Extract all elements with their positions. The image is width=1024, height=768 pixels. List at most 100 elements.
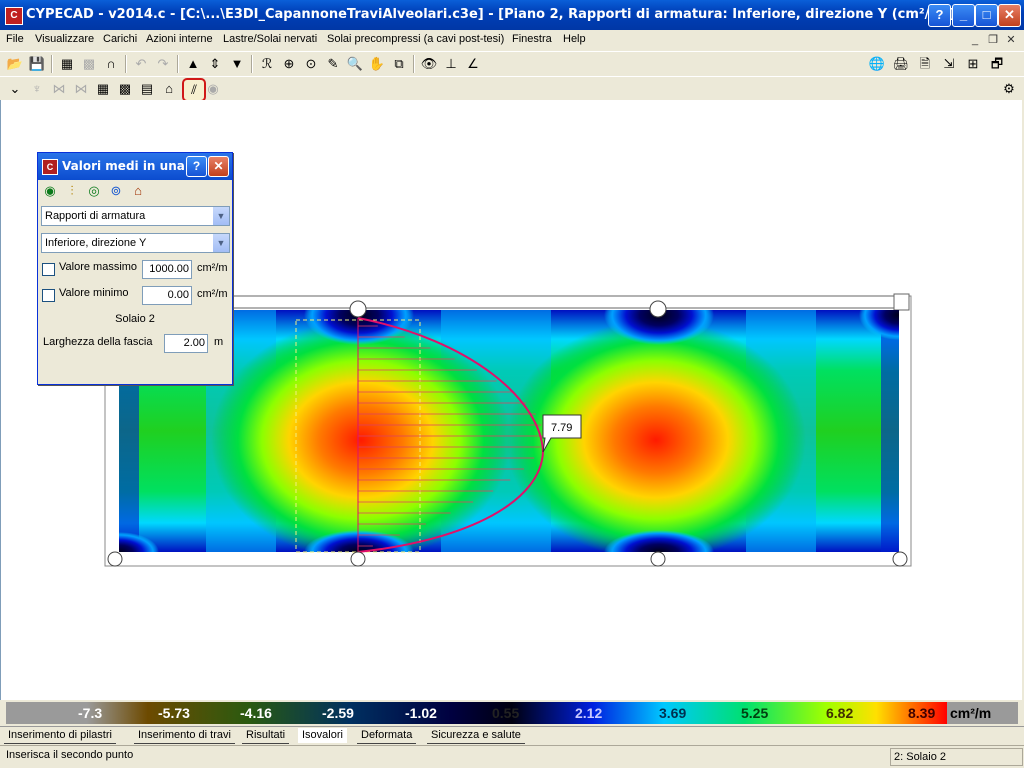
tab-risultati[interactable]: Risultati bbox=[242, 728, 290, 744]
pan-icon[interactable]: ✋ bbox=[368, 55, 386, 73]
min-value-unit: cm²/m bbox=[197, 288, 228, 300]
menu-carichi[interactable]: Carichi bbox=[103, 33, 137, 45]
panel-help-button[interactable]: ? bbox=[186, 156, 207, 177]
import-icon[interactable]: ⇲ bbox=[940, 55, 958, 73]
direction-select[interactable]: Inferiore, direzione Y ▼ bbox=[41, 233, 230, 253]
help-button[interactable]: ? bbox=[928, 4, 951, 27]
menu-finestra[interactable]: Finestra bbox=[512, 33, 552, 45]
strip-width-unit: m bbox=[214, 336, 224, 348]
mean-values-panel[interactable]: C Valori medi in una fascia ? ✕ ◉ ⫶ ◎ ⊚ … bbox=[37, 152, 233, 385]
cype-icon[interactable]: C bbox=[5, 7, 23, 25]
views-icon[interactable]: ⧉ bbox=[390, 55, 408, 73]
report-grid-icon[interactable]: ▩ bbox=[80, 55, 98, 73]
maximize-button[interactable]: □ bbox=[975, 4, 998, 27]
settings-icon[interactable]: ⚙ bbox=[1000, 80, 1018, 98]
slab-label: Solaio 2 bbox=[115, 313, 155, 325]
min-value-field[interactable]: 0.00 bbox=[142, 286, 192, 305]
diagram-icon[interactable]: ⌄ bbox=[6, 80, 24, 98]
zoom-window-icon[interactable]: 🔍 bbox=[346, 55, 364, 73]
building-icon[interactable]: ⌂ bbox=[129, 182, 147, 200]
mesh-icon[interactable]: ▦ bbox=[94, 80, 112, 98]
max-value-field[interactable]: 1000.00 bbox=[142, 260, 192, 279]
magnet-icon[interactable]: ∩ bbox=[102, 55, 120, 73]
close-button[interactable]: ✕ bbox=[998, 4, 1021, 27]
grid-icon[interactable]: ▩ bbox=[116, 80, 134, 98]
down-icon[interactable]: ▼ bbox=[228, 55, 246, 73]
section-icon[interactable]: ⊥ bbox=[442, 55, 460, 73]
zoom-all-icon[interactable]: ⊕ bbox=[280, 55, 298, 73]
menu-bar: File Visualizzare Carichi Azioni interne… bbox=[0, 30, 1024, 50]
legend-label: -2.59 bbox=[322, 705, 354, 721]
strip-icon[interactable]: ⫽ bbox=[182, 78, 206, 102]
chevron-down-icon[interactable]: ▼ bbox=[213, 234, 229, 252]
status-slab: 2: Solaio 2 bbox=[890, 748, 1023, 766]
min-value-label: Valore minimo bbox=[59, 287, 129, 299]
beams-icon[interactable]: ⋈ bbox=[50, 80, 68, 98]
toolbar-separator bbox=[177, 55, 179, 73]
target-icon[interactable]: ◉ bbox=[41, 182, 59, 200]
undo-icon[interactable]: ↶ bbox=[132, 55, 150, 73]
save-icon[interactable]: 💾 bbox=[28, 55, 46, 73]
redraw-icon[interactable]: ℛ bbox=[258, 55, 276, 73]
tab-inserimento-pilastri[interactable]: Inserimento di pilastri bbox=[4, 728, 116, 744]
minimize-button[interactable]: _ bbox=[952, 4, 975, 27]
toolbar-separator bbox=[51, 55, 53, 73]
legend-label: 0.55 bbox=[492, 705, 520, 721]
redo-icon[interactable]: ↷ bbox=[154, 55, 172, 73]
toolbar-separator bbox=[413, 55, 415, 73]
beams2-icon[interactable]: ⋈ bbox=[72, 80, 90, 98]
zoom-icon[interactable]: ⊙ bbox=[302, 55, 320, 73]
min-value-checkbox[interactable] bbox=[42, 289, 55, 302]
tab-deformata[interactable]: Deformata bbox=[357, 728, 417, 744]
mode-tabs: Inserimento di pilastri Inserimento di t… bbox=[0, 726, 1024, 745]
mdi-restore-button[interactable]: ❐ bbox=[986, 33, 1000, 47]
legend-label: -1.02 bbox=[405, 705, 437, 721]
magnify-icon[interactable]: ⊚ bbox=[107, 182, 125, 200]
rings-icon[interactable]: ◎ bbox=[85, 182, 103, 200]
chart-icon[interactable]: ⫶ bbox=[63, 182, 81, 200]
main-toolbar: 📂 💾 ▦ ▩ ∩ ↶ ↷ ▲ ⇕ ▼ ℛ ⊕ ⊙ ✎ 🔍 ✋ ⧉ 👁 ⊥ ∠ 🌐 🖨 🗎 ⇲ ⊞ 🗗 bbox=[0, 51, 1024, 76]
max-value-checkbox[interactable] bbox=[42, 263, 55, 276]
tab-inserimento-travi[interactable]: Inserimento di travi bbox=[134, 728, 235, 744]
support-icon[interactable]: ♆ bbox=[28, 80, 46, 98]
binoculars-icon[interactable]: 👁 bbox=[420, 55, 438, 73]
tab-isovalori[interactable]: Isovalori bbox=[298, 728, 347, 743]
export-icon[interactable]: 🗎 bbox=[916, 55, 934, 73]
up-icon[interactable]: ▲ bbox=[184, 55, 202, 73]
menu-file[interactable]: File bbox=[6, 33, 24, 45]
eye-icon[interactable]: ◉ bbox=[204, 80, 222, 98]
menu-visualizzare[interactable]: Visualizzare bbox=[35, 33, 94, 45]
report-icon[interactable]: ▦ bbox=[58, 55, 76, 73]
globe-icon[interactable]: 🌐 bbox=[868, 55, 886, 73]
tile-icon[interactable]: ⊞ bbox=[964, 55, 982, 73]
legend-label: 6.82 bbox=[826, 705, 854, 721]
panel-title-bar[interactable]: C Valori medi in una fascia ? ✕ bbox=[38, 153, 232, 180]
status-message: Inserisca il secondo punto bbox=[6, 749, 134, 761]
toolbar-separator bbox=[251, 55, 253, 73]
hat-icon[interactable]: ⌂ bbox=[160, 80, 178, 98]
pen-icon[interactable]: ✎ bbox=[324, 55, 342, 73]
legend-label: -4.16 bbox=[240, 705, 272, 721]
legend-label: 3.69 bbox=[659, 705, 687, 721]
tab-sicurezza[interactable]: Sicurezza e salute bbox=[427, 728, 525, 744]
strip-width-label: Larghezza della fascia bbox=[43, 336, 153, 348]
result-type-select[interactable]: Rapporti di armatura ▼ bbox=[41, 206, 230, 226]
mdi-close-button[interactable]: ✕ bbox=[1004, 33, 1018, 47]
panel-app-icon: C bbox=[42, 159, 58, 175]
panel-close-button[interactable]: ✕ bbox=[208, 156, 229, 177]
mdi-minimize-button[interactable]: _ bbox=[968, 33, 982, 47]
measure-icon[interactable]: ∠ bbox=[464, 55, 482, 73]
print-icon[interactable]: 🖨 bbox=[892, 55, 910, 73]
direction-value: Inferiore, direzione Y bbox=[45, 237, 147, 249]
updown-icon[interactable]: ⇕ bbox=[206, 55, 224, 73]
menu-lastre[interactable]: Lastre/Solai nervati bbox=[223, 33, 317, 45]
menu-help[interactable]: Help bbox=[563, 33, 586, 45]
open-icon[interactable]: 📂 bbox=[6, 55, 24, 73]
menu-solai-precompressi[interactable]: Solai precompressi (a cavi post-tesi) bbox=[327, 33, 504, 45]
menu-azioni-interne[interactable]: Azioni interne bbox=[146, 33, 213, 45]
strip-width-field[interactable]: 2.00 bbox=[164, 334, 208, 353]
slab-icon[interactable]: ▤ bbox=[138, 80, 156, 98]
window-icon[interactable]: 🗗 bbox=[988, 55, 1006, 73]
window-title: CYPECAD - v2014.c - [C:\...\E3DI_Capanno… bbox=[26, 7, 955, 22]
chevron-down-icon[interactable]: ▼ bbox=[213, 207, 229, 225]
